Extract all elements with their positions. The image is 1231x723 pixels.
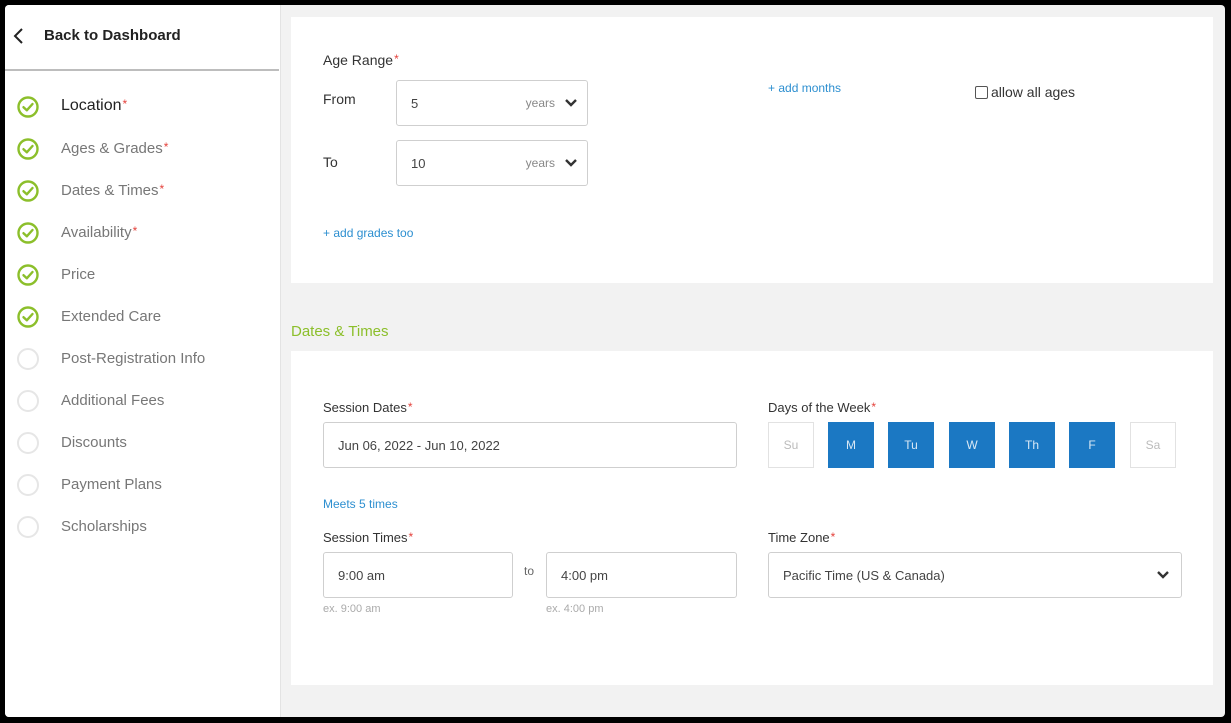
days-of-week-label: Days of the Week* (768, 400, 876, 415)
sidebar-nav: Location* Ages & Grades* Dates & Times* … (5, 87, 279, 549)
age-from-value: 5 (411, 95, 419, 111)
sidebar-item-label: Post-Registration Info (61, 350, 206, 367)
required-marker: * (132, 224, 138, 238)
age-range-label: Age Range* (323, 52, 399, 68)
end-time-input[interactable]: 4:00 pm (546, 552, 737, 598)
required-marker: * (407, 400, 413, 414)
end-time-hint: ex. 4:00 pm (546, 603, 604, 615)
sidebar-item-discounts[interactable]: Discounts (5, 423, 279, 465)
sidebar-item-label: Location (61, 97, 122, 114)
back-to-dashboard-label: Back to Dashboard (44, 27, 181, 44)
end-time-value: 4:00 pm (561, 567, 608, 583)
chevron-down-icon (565, 99, 577, 107)
empty-circle-icon (17, 474, 39, 496)
sidebar-item-location[interactable]: Location* (5, 87, 279, 129)
check-circle-icon (17, 138, 39, 160)
check-circle-icon (17, 264, 39, 286)
age-from-select[interactable]: 5 years (396, 80, 588, 126)
sidebar-item-label: Price (61, 266, 96, 283)
check-circle-icon (17, 180, 39, 202)
from-label: From (323, 91, 356, 107)
day-toggle-sa[interactable]: Sa (1130, 422, 1176, 468)
session-times-label: Session Times* (323, 530, 413, 545)
session-dates-input[interactable]: Jun 06, 2022 - Jun 10, 2022 (323, 422, 737, 468)
required-marker: * (163, 140, 169, 154)
sidebar-item-additional-fees[interactable]: Additional Fees (5, 381, 279, 423)
sidebar-item-label: Scholarships (61, 518, 147, 535)
add-months-link[interactable]: + add months (768, 81, 841, 95)
sidebar: Back to Dashboard Location* Ages & Grade… (5, 5, 281, 717)
session-dates-value: Jun 06, 2022 - Jun 10, 2022 (338, 437, 500, 453)
session-dates-text: Session Dates (323, 400, 407, 415)
sidebar-item-availability[interactable]: Availability* (5, 213, 279, 255)
day-toggle-m[interactable]: M (828, 422, 874, 468)
sidebar-item-label: Additional Fees (61, 392, 165, 409)
day-toggle-th[interactable]: Th (1009, 422, 1055, 468)
sidebar-item-post-registration-info[interactable]: Post-Registration Info (5, 339, 279, 381)
required-marker: * (394, 52, 399, 66)
sidebar-item-label: Payment Plans (61, 476, 162, 493)
back-to-dashboard-button[interactable]: Back to Dashboard (5, 5, 279, 71)
time-zone-label: Time Zone* (768, 530, 835, 545)
age-range-text: Age Range (323, 52, 394, 68)
required-marker: * (159, 182, 165, 196)
to-label: To (323, 154, 338, 170)
days-of-week-text: Days of the Week (768, 400, 871, 415)
empty-circle-icon (17, 390, 39, 412)
age-unit: years (525, 156, 555, 170)
to-separator: to (524, 564, 535, 578)
checkbox-box[interactable] (975, 85, 988, 99)
chevron-down-icon (565, 159, 577, 167)
day-toggle-w[interactable]: W (949, 422, 995, 468)
day-toggle-tu[interactable]: Tu (888, 422, 934, 468)
allow-all-ages-label: allow all ages (991, 84, 1076, 100)
age-unit: years (525, 96, 555, 110)
age-to-select[interactable]: 10 years (396, 140, 588, 186)
empty-circle-icon (17, 516, 39, 538)
day-toggle-f[interactable]: F (1069, 422, 1115, 468)
empty-circle-icon (17, 432, 39, 454)
sidebar-item-label: Discounts (61, 434, 127, 451)
app-frame: Back to Dashboard Location* Ages & Grade… (5, 5, 1225, 717)
sidebar-item-scholarships[interactable]: Scholarships (5, 507, 279, 549)
sidebar-item-price[interactable]: Price (5, 255, 279, 297)
empty-circle-icon (17, 348, 39, 370)
sidebar-item-label: Extended Care (61, 308, 162, 325)
start-time-hint: ex. 9:00 am (323, 603, 381, 615)
allow-all-ages-checkbox[interactable]: allow all ages (975, 84, 1075, 100)
sidebar-item-dates-times[interactable]: Dates & Times* (5, 171, 279, 213)
session-times-text: Session Times (323, 530, 408, 545)
sidebar-item-label: Ages & Grades (61, 140, 163, 157)
required-marker: * (122, 97, 128, 111)
age-to-value: 10 (411, 155, 426, 171)
required-marker: * (830, 530, 836, 544)
chevron-down-icon (1157, 571, 1169, 579)
required-marker: * (871, 400, 877, 414)
meets-count-text: Meets 5 times (323, 497, 398, 511)
start-time-value: 9:00 am (338, 567, 385, 583)
day-toggle-su[interactable]: Su (768, 422, 814, 468)
check-circle-icon (17, 96, 39, 118)
add-grades-link[interactable]: + add grades too (323, 226, 413, 240)
sidebar-item-extended-care[interactable]: Extended Care (5, 297, 279, 339)
dates-times-section-title: Dates & Times (291, 323, 389, 340)
check-circle-icon (17, 306, 39, 328)
dates-times-card (291, 351, 1213, 685)
time-zone-select[interactable]: Pacific Time (US & Canada) (768, 552, 1182, 598)
sidebar-item-label: Availability (61, 224, 132, 241)
session-dates-label: Session Dates* (323, 400, 413, 415)
sidebar-item-label: Dates & Times (61, 182, 159, 199)
chevron-left-icon (13, 28, 23, 44)
time-zone-value: Pacific Time (US & Canada) (783, 567, 945, 583)
start-time-input[interactable]: 9:00 am (323, 552, 513, 598)
time-zone-text: Time Zone (768, 530, 830, 545)
required-marker: * (408, 530, 414, 544)
check-circle-icon (17, 222, 39, 244)
sidebar-item-payment-plans[interactable]: Payment Plans (5, 465, 279, 507)
sidebar-item-ages-grades[interactable]: Ages & Grades* (5, 129, 279, 171)
